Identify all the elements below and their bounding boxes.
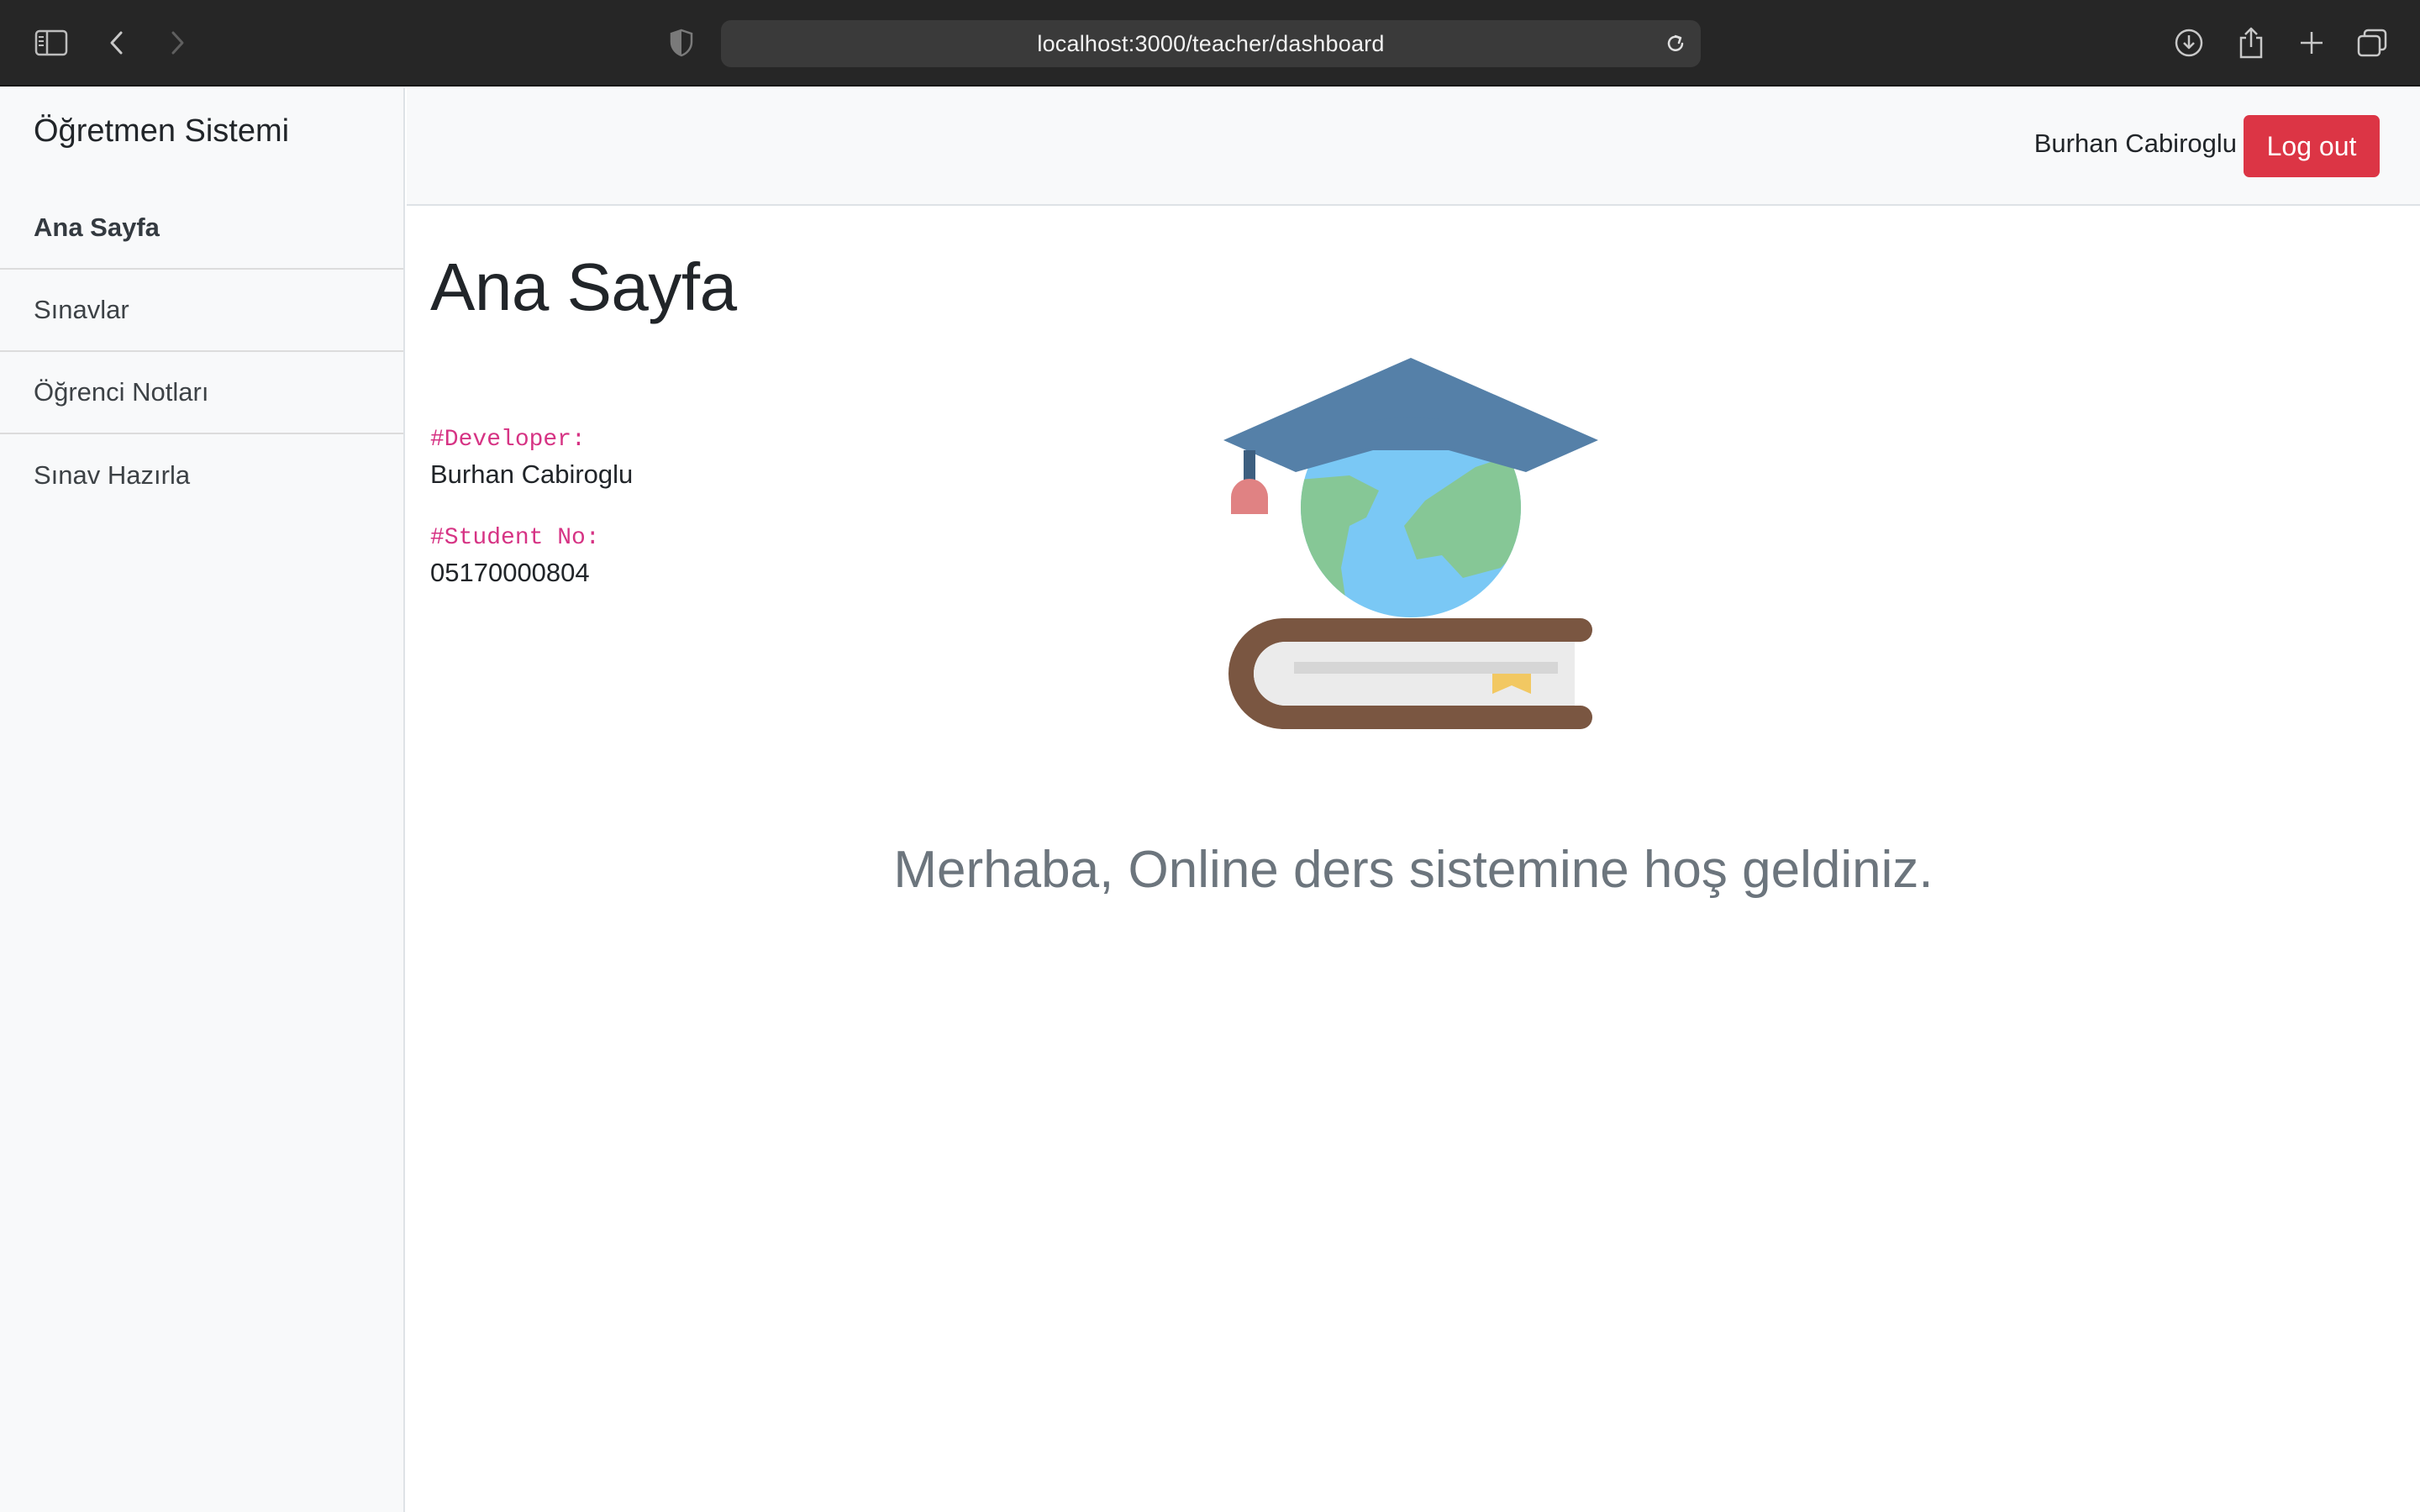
developer-info: #Developer: Burhan Cabiroglu #Student No… [430,427,633,588]
tabs-overview-icon[interactable] [2351,22,2393,64]
developer-name: Burhan Cabiroglu [430,459,634,489]
plus-icon[interactable] [2291,22,2333,64]
sidebar-item-ogrenci-notlari[interactable]: Öğrenci Notları [0,352,403,434]
student-no-label: #Student No: [430,525,600,551]
chevron-left-icon[interactable] [96,22,138,64]
page-title: Ana Sayfa [430,249,737,324]
developer-label: #Developer: [430,427,586,453]
download-icon[interactable] [2168,22,2210,64]
share-icon[interactable] [2230,22,2272,64]
top-navbar: Burhan Cabiroglu Log out [407,88,2420,206]
student-no: 05170000804 [430,558,590,587]
brand-title[interactable]: Öğretmen Sistemi [34,113,289,150]
browser-toolbar: localhost:3000/teacher/dashboard [0,0,2420,87]
graduation-globe-book-illustration [1223,358,1598,734]
url-text: localhost:3000/teacher/dashboard [1037,30,1385,56]
sidebar-item-ana-sayfa[interactable]: Ana Sayfa [0,187,403,270]
sidebar-item-sinavlar[interactable]: Sınavlar [0,270,403,352]
user-name: Burhan Cabiroglu [2033,129,2237,158]
sidebar-item-sinav-hazirla[interactable]: Sınav Hazırla [0,434,403,517]
shield-icon[interactable] [660,22,702,64]
sidebar-nav: Ana Sayfa Sınavlar Öğrenci Notları Sınav… [0,187,403,517]
chevron-right-icon[interactable] [156,22,198,64]
address-bar[interactable]: localhost:3000/teacher/dashboard [721,20,1701,67]
sidebar-icon[interactable] [30,22,72,64]
logout-button[interactable]: Log out [2244,115,2380,177]
welcome-message: Merhaba, Online ders sistemine hoş geldi… [893,841,1933,899]
book-icon [1228,618,1592,729]
reload-icon[interactable] [1662,30,1689,57]
sidebar: Öğretmen Sistemi Ana Sayfa Sınavlar Öğre… [0,88,405,1512]
